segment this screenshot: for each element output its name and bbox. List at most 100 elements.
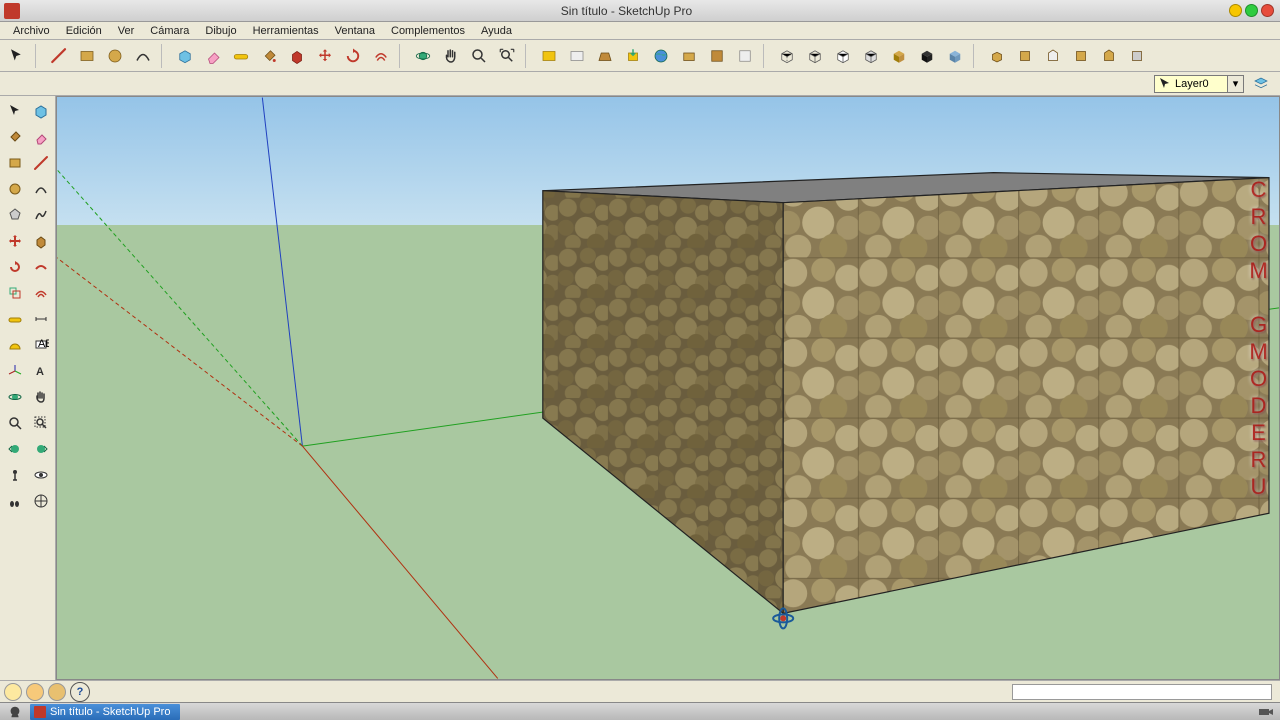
offset-tool[interactable]: [28, 280, 53, 305]
shaded-textures-style[interactable]: [914, 43, 940, 69]
layer-manager-icon[interactable]: [1250, 74, 1272, 94]
circle-tool[interactable]: [102, 43, 128, 69]
rotate-tool[interactable]: [340, 43, 366, 69]
menu-bar: Archivo Edición Ver Cámara Dibujo Herram…: [0, 22, 1280, 40]
look-around-tool[interactable]: [28, 462, 53, 487]
menu-archivo[interactable]: Archivo: [6, 24, 57, 38]
preview-tool[interactable]: [732, 43, 758, 69]
orbit-tool[interactable]: [2, 384, 27, 409]
zoom-tool[interactable]: [466, 43, 492, 69]
viewport-3d[interactable]: CROM GMODERU: [56, 96, 1280, 680]
maximize-button[interactable]: [1245, 4, 1258, 17]
make-component-tool[interactable]: [28, 98, 53, 123]
zoom-extents-tool[interactable]: [28, 436, 53, 461]
zoom-previous-tool[interactable]: [2, 436, 27, 461]
share-model-tool[interactable]: [564, 43, 590, 69]
push-pull-tool[interactable]: [284, 43, 310, 69]
select-tool[interactable]: [4, 43, 30, 69]
pan-tool[interactable]: [438, 43, 464, 69]
paint-bucket-tool[interactable]: [256, 43, 282, 69]
google-earth-tool[interactable]: [648, 43, 674, 69]
line-tool[interactable]: [28, 150, 53, 175]
offset-tool[interactable]: [368, 43, 394, 69]
warehouse-download-tool[interactable]: [620, 43, 646, 69]
pan-tool[interactable]: [28, 384, 53, 409]
back-edges-style[interactable]: [802, 43, 828, 69]
zoom-window-tool[interactable]: [28, 410, 53, 435]
push-pull-tool[interactable]: [28, 228, 53, 253]
system-tray[interactable]: [1258, 706, 1280, 718]
taskbar-active-task[interactable]: Sin título - SketchUp Pro: [30, 704, 180, 720]
zoom-tool[interactable]: [2, 410, 27, 435]
layer-toolbar: Layer0 ▾: [0, 72, 1280, 96]
paint-bucket-tool[interactable]: [2, 124, 27, 149]
minimize-button[interactable]: [1229, 4, 1242, 17]
right-view[interactable]: [1068, 43, 1094, 69]
follow-me-tool[interactable]: [28, 254, 53, 279]
layout-tool[interactable]: [704, 43, 730, 69]
monochrome-style[interactable]: [942, 43, 968, 69]
walk-tool[interactable]: [2, 488, 27, 513]
help-icon[interactable]: ?: [70, 682, 90, 702]
circle-tool[interactable]: [2, 176, 27, 201]
arc-tool[interactable]: [130, 43, 156, 69]
rectangle-tool[interactable]: [2, 150, 27, 175]
select-tool[interactable]: [2, 98, 27, 123]
chevron-down-icon: ▾: [1227, 76, 1243, 92]
make-component-tool[interactable]: [172, 43, 198, 69]
scale-tool[interactable]: [2, 280, 27, 305]
3d-text-tool[interactable]: A: [28, 358, 53, 383]
top-view[interactable]: [1012, 43, 1038, 69]
eraser-tool[interactable]: [28, 124, 53, 149]
menu-complementos[interactable]: Complementos: [384, 24, 472, 38]
move-tool[interactable]: [2, 228, 27, 253]
axes-tool[interactable]: [2, 358, 27, 383]
status-signin-icon[interactable]: [48, 683, 66, 701]
side-toolbar: ABC A: [0, 96, 56, 680]
back-view[interactable]: [1096, 43, 1122, 69]
rectangle-tool[interactable]: [74, 43, 100, 69]
status-geolocation-icon[interactable]: [4, 683, 22, 701]
dimension-tool[interactable]: [28, 306, 53, 331]
menu-camara[interactable]: Cámara: [143, 24, 196, 38]
close-button[interactable]: [1261, 4, 1274, 17]
orbit-tool[interactable]: [410, 43, 436, 69]
left-view[interactable]: [1124, 43, 1150, 69]
wireframe-style[interactable]: [830, 43, 856, 69]
place-model-tool[interactable]: [676, 43, 702, 69]
protractor-tool[interactable]: [2, 332, 27, 357]
measurements-box[interactable]: [1012, 684, 1272, 700]
move-tool[interactable]: [312, 43, 338, 69]
line-tool[interactable]: [46, 43, 72, 69]
menu-ayuda[interactable]: Ayuda: [474, 24, 519, 38]
text-tool[interactable]: ABC: [28, 332, 53, 357]
section-plane-tool[interactable]: [28, 488, 53, 513]
start-menu-icon[interactable]: [0, 703, 30, 720]
tape-measure-tool[interactable]: [228, 43, 254, 69]
menu-edicion[interactable]: Edición: [59, 24, 109, 38]
menu-herramientas[interactable]: Herramientas: [246, 24, 326, 38]
get-models-tool[interactable]: [536, 43, 562, 69]
zoom-extents-tool[interactable]: [494, 43, 520, 69]
shaded-style[interactable]: [886, 43, 912, 69]
hidden-line-style[interactable]: [858, 43, 884, 69]
iso-view[interactable]: [984, 43, 1010, 69]
front-view[interactable]: [1040, 43, 1066, 69]
tape-measure-tool[interactable]: [2, 306, 27, 331]
menu-dibujo[interactable]: Dibujo: [198, 24, 243, 38]
freehand-tool[interactable]: [28, 202, 53, 227]
textured-cube: [543, 173, 1269, 614]
menu-ver[interactable]: Ver: [111, 24, 142, 38]
status-credits-icon[interactable]: [26, 683, 44, 701]
warehouse-upload-tool[interactable]: [592, 43, 618, 69]
layer-dropdown[interactable]: Layer0 ▾: [1154, 75, 1244, 93]
position-camera-tool[interactable]: [2, 462, 27, 487]
arc-tool[interactable]: [28, 176, 53, 201]
taskbar-task-label: Sin título - SketchUp Pro: [50, 706, 170, 718]
eraser-tool[interactable]: [200, 43, 226, 69]
polygon-tool[interactable]: [2, 202, 27, 227]
menu-ventana[interactable]: Ventana: [328, 24, 382, 38]
rotate-tool[interactable]: [2, 254, 27, 279]
xray-style[interactable]: [774, 43, 800, 69]
os-taskbar: Sin título - SketchUp Pro: [0, 702, 1280, 720]
